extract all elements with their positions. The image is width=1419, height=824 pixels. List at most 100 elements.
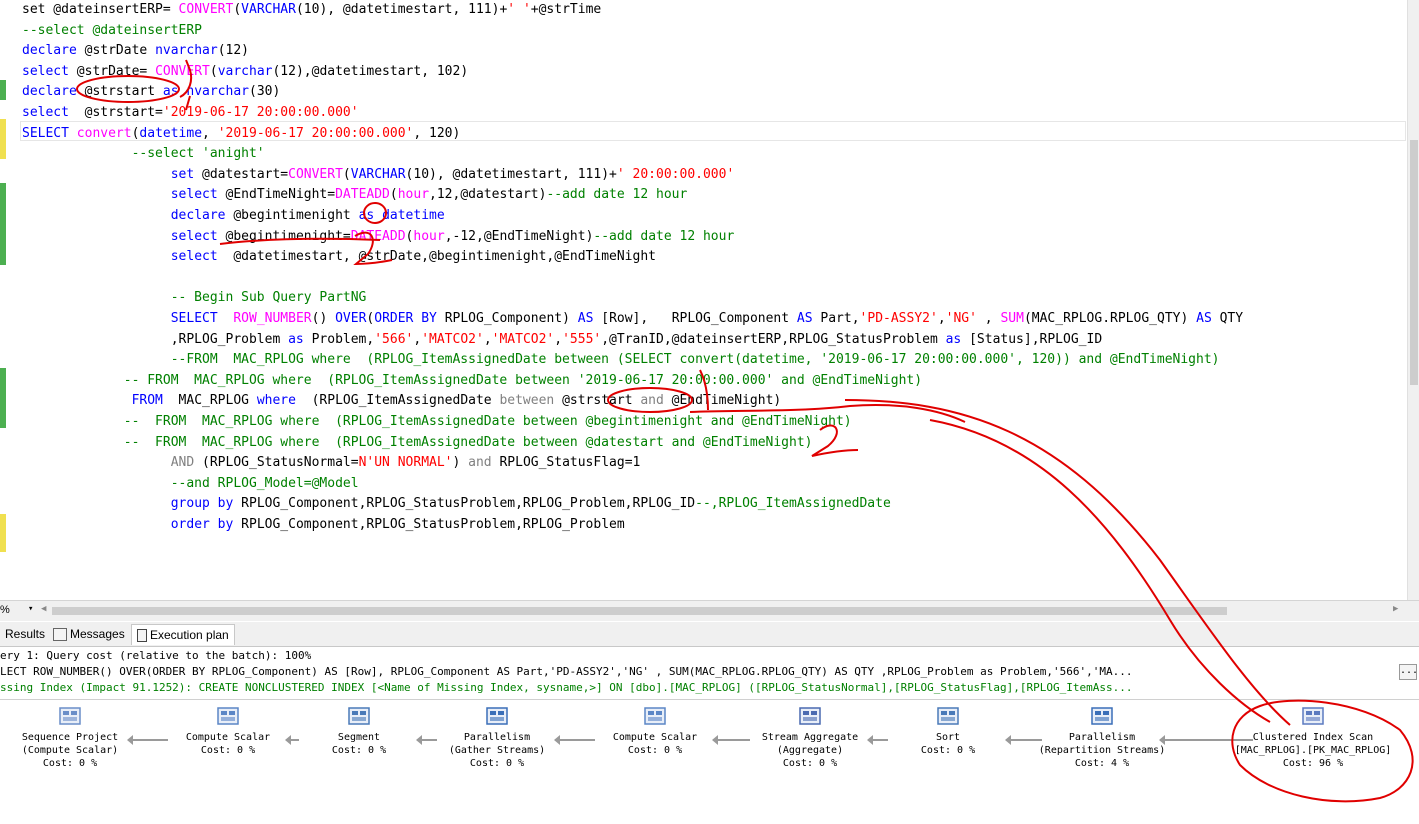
- tab-results[interactable]: Results: [0, 624, 50, 644]
- code-line[interactable]: -- Begin Sub Query PartNG: [22, 288, 367, 308]
- code-token: select: [170, 187, 218, 203]
- code-token: nvarchar: [186, 84, 249, 100]
- code-line[interactable]: declare @strstart as nvarchar(30): [22, 82, 280, 102]
- code-line[interactable]: select @datetimestart, @strDate,@beginti…: [22, 247, 656, 267]
- code-line[interactable]: AND (RPLOG_StatusNormal=N'UN NORMAL') an…: [22, 453, 641, 473]
- code-token: --and RPLOG_Model=@Model: [22, 475, 359, 491]
- code-token: ): [452, 455, 469, 471]
- gutter-change-mark: [0, 183, 6, 265]
- plan-operator-sub: (Compute Scalar): [21, 745, 119, 756]
- code-token: (MAC_RPLOG.RPLOG_QTY): [1023, 311, 1197, 326]
- code-line[interactable]: --select 'anight': [22, 144, 265, 164]
- code-line[interactable]: ,RPLOG_Problem as Problem,'566','MATCO2'…: [22, 330, 1102, 350]
- code-line[interactable]: declare @begintimenight as datetime: [22, 206, 445, 226]
- code-token: (10), @datetimestart, 111)+: [405, 166, 617, 182]
- code-token: declare: [22, 43, 77, 59]
- code-token: @strstart: [76, 84, 163, 100]
- code-line[interactable]: SELECT ROW_NUMBER() OVER(ORDER BY RPLOG_…: [22, 309, 1243, 329]
- vertical-scroll-thumb[interactable]: [1410, 140, 1418, 385]
- plan-flow-arrow: [1159, 735, 1253, 745]
- zoom-dropdown-icon[interactable]: ▾: [28, 604, 33, 614]
- plan-flow-arrow: [416, 735, 437, 745]
- code-line[interactable]: -- FROM MAC_RPLOG where (RPLOG_ItemAssig…: [22, 371, 922, 391]
- code-token: MAC_RPLOG: [162, 393, 257, 409]
- plan-operator[interactable]: Clustered Index Scan [MAC_RPLOG].[PK_MAC_…: [1233, 705, 1393, 770]
- plan-divider: [0, 699, 1419, 700]
- code-token: ,-12,@EndTimeNight): [444, 228, 594, 244]
- code-line[interactable]: --select @dateinsertERP: [22, 21, 202, 41]
- plan-operator[interactable]: Segment Cost: 0 %: [279, 705, 439, 757]
- tab-results-label: Results: [5, 627, 46, 641]
- code-token: --,RPLOG_ItemAssignedDate: [695, 496, 891, 512]
- code-token: RPLOG_StatusFlag=1: [491, 455, 641, 471]
- code-line[interactable]: SELECT convert(datetime, '2019-06-17 20:…: [22, 124, 460, 144]
- code-token: --FROM MAC_RPLOG where (RPLOG_ItemAssign…: [22, 352, 1220, 368]
- code-token: (10), @datetimestart, 111)+: [295, 2, 508, 17]
- code-token: , 120): [413, 125, 461, 141]
- horizontal-scroll-thumb[interactable]: [52, 607, 1227, 615]
- scroll-right-icon[interactable]: ▶: [1393, 604, 1398, 614]
- code-line[interactable]: select @strDate= CONVERT(varchar(12),@da…: [22, 62, 468, 82]
- plan-operator[interactable]: Compute Scalar Cost: 0 %: [575, 705, 735, 757]
- code-line[interactable]: set @datestart=CONVERT(VARCHAR(10), @dat…: [22, 165, 735, 185]
- code-token: AS: [796, 311, 813, 326]
- scroll-left-icon[interactable]: ◀: [41, 604, 46, 614]
- code-token: convert: [76, 125, 132, 141]
- parallelism-icon: [1090, 705, 1114, 727]
- code-token: set: [170, 166, 195, 182]
- query-cost-text: ery 1: Query cost (relative to the batch…: [0, 649, 312, 662]
- code-line[interactable]: order by RPLOG_Component,RPLOG_StatusPro…: [22, 515, 625, 535]
- messages-icon: [53, 628, 67, 642]
- tab-messages[interactable]: Messages: [48, 624, 130, 644]
- zoom-level[interactable]: %: [0, 604, 10, 616]
- plan-operator-cost: Cost: 0 %: [42, 758, 98, 769]
- code-line[interactable]: --and RPLOG_Model=@Model: [22, 474, 359, 494]
- code-line[interactable]: select @begintimenight=DATEADD(hour,-12,…: [22, 227, 735, 247]
- code-token: SELECT: [170, 311, 218, 326]
- plan-flow-arrow: [127, 735, 168, 745]
- code-token: (: [209, 63, 218, 79]
- gutter-change-mark: [0, 119, 6, 159]
- code-line[interactable]: --FROM MAC_RPLOG where (RPLOG_ItemAssign…: [22, 350, 1220, 370]
- code-token: Part,: [812, 311, 860, 326]
- code-token: Problem,: [303, 331, 375, 347]
- code-token: nvarchar: [155, 43, 218, 59]
- code-token: 'MATCO2': [491, 331, 555, 347]
- code-token: CONVERT: [288, 166, 343, 182]
- code-token: --add date 12 hour: [546, 187, 688, 203]
- editor-vertical-scrollbar[interactable]: [1407, 0, 1419, 600]
- code-token: 'PD-ASSY2': [859, 311, 938, 326]
- code-token: as: [288, 331, 304, 347]
- code-line[interactable]: declare @strDate nvarchar(12): [22, 41, 249, 61]
- plan-operator-sub: (Repartition Streams): [1038, 745, 1166, 756]
- tab-execution-plan-label: Execution plan: [150, 628, 229, 642]
- code-token: @strDate: [76, 43, 156, 59]
- execution-plan-pane[interactable]: ery 1: Query cost (relative to the batch…: [0, 647, 1419, 824]
- code-token: SUM: [1000, 311, 1024, 326]
- plan-operator[interactable]: Sort Cost: 0 %: [868, 705, 1028, 757]
- code-editor[interactable]: set @dateinsertERP= CONVERT(VARCHAR(10),…: [0, 0, 1407, 600]
- code-line[interactable]: select @EndTimeNight=DATEADD(hour,12,@da…: [22, 185, 688, 205]
- code-token: @begintimenight: [225, 208, 359, 223]
- code-line[interactable]: set @dateinsertERP= CONVERT(VARCHAR(10),…: [22, 0, 601, 20]
- code-token: select: [170, 249, 218, 265]
- code-line[interactable]: -- FROM MAC_RPLOG where (RPLOG_ItemAssig…: [22, 412, 852, 432]
- missing-index-hint[interactable]: ssing Index (Impact 91.1252): CREATE NON…: [0, 680, 1132, 696]
- code-line[interactable]: select @strstart='2019-06-17 20:00:00.00…: [22, 103, 359, 123]
- code-token: set @dateinsertERP=: [22, 2, 179, 17]
- code-token: ,@TranID,@dateinsertERP,RPLOG_StatusProb…: [601, 331, 946, 347]
- code-line[interactable]: group by RPLOG_Component,RPLOG_StatusPro…: [22, 494, 891, 514]
- code-token: as: [358, 208, 375, 223]
- query-text-more-button[interactable]: ...: [1399, 664, 1418, 680]
- code-line[interactable]: -- FROM MAC_RPLOG where (RPLOG_ItemAssig…: [22, 433, 813, 453]
- code-token: -- Begin Sub Query PartNG: [22, 290, 367, 306]
- code-line[interactable]: FROM MAC_RPLOG where (RPLOG_ItemAssigned…: [22, 391, 782, 411]
- tab-execution-plan[interactable]: Execution plan: [131, 624, 235, 645]
- plan-operator-sub: (Gather Streams): [448, 745, 546, 756]
- code-token: ,: [483, 331, 492, 347]
